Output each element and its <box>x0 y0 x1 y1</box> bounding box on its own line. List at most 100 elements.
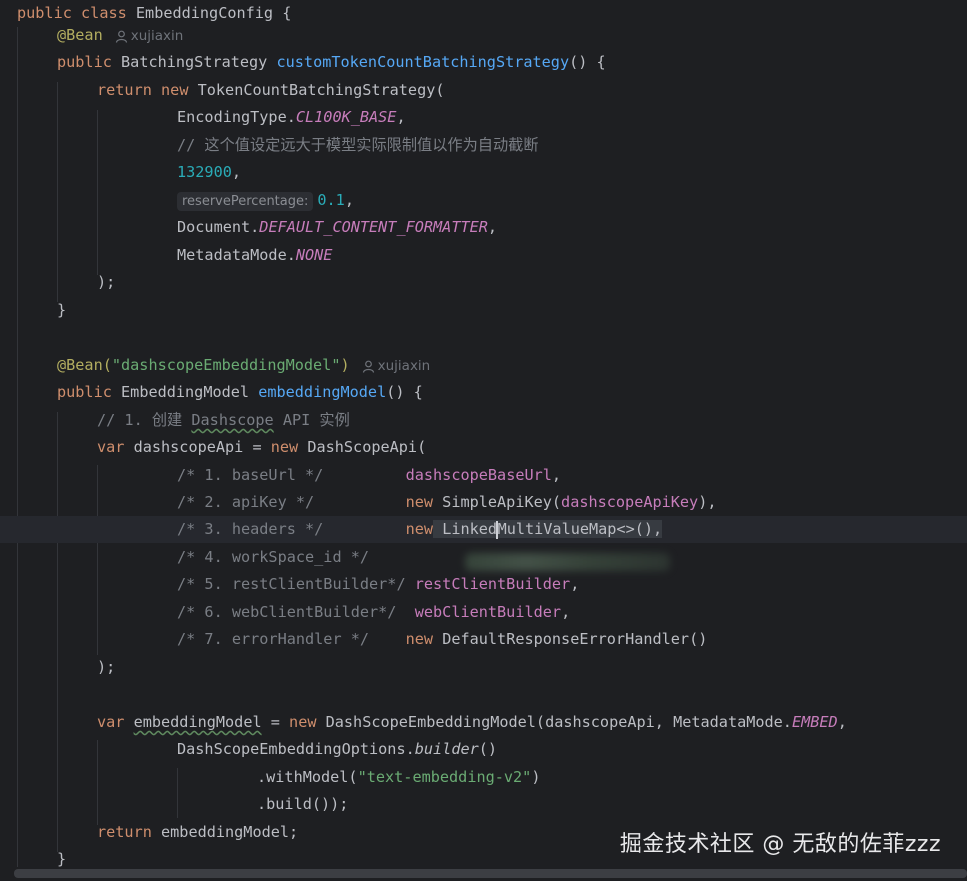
number-literal: 132900 <box>177 163 232 181</box>
code-line[interactable]: /* 1. baseUrl */ dashscopeBaseUrl, <box>0 462 967 489</box>
comment: /* 7. errorHandler */ <box>177 630 370 648</box>
constructor-call-highlighted: LinkedMultiValueMap<>(), <box>433 520 663 539</box>
field-ref: dashscopeBaseUrl <box>405 466 552 484</box>
code-line[interactable]: /* 2. apiKey */ new SimpleApiKey(dashsco… <box>0 489 967 516</box>
comment: /* 2. apiKey */ <box>177 493 315 511</box>
punct: } <box>57 301 67 319</box>
comment: /* 6. webClientBuilder*/ <box>177 603 397 621</box>
horizontal-scrollbar[interactable] <box>14 869 967 878</box>
punct: , <box>487 218 498 236</box>
code-line[interactable]: reservePercentage: 0.1, <box>0 187 967 214</box>
type-ref: EncodingType. <box>177 108 296 126</box>
type-name: EmbeddingModel <box>121 383 250 401</box>
comment: /* 3. headers */ <box>177 520 324 538</box>
method-call: .withModel( <box>257 768 358 786</box>
constructor-call: DefaultResponseErrorHandler() <box>433 630 708 648</box>
comment: API 实例 <box>273 411 350 429</box>
code-line[interactable]: return new TokenCountBatchingStrategy( <box>0 77 967 104</box>
keyword: return <box>97 81 152 99</box>
punct: = <box>261 713 290 731</box>
variable: embeddingModel <box>133 713 262 731</box>
constant: DEFAULT_CONTENT_FORMATTER <box>259 218 488 236</box>
author-inlay[interactable]: xujiaxin <box>115 28 184 44</box>
annotation: ) <box>340 356 350 374</box>
punct: () { <box>569 53 606 71</box>
comment: // 这个值设定远大于模型实际限制值以作为自动截断 <box>177 136 539 154</box>
parameter-hint: reservePercentage: <box>177 192 314 211</box>
code-line[interactable]: // 这个值设定远大于模型实际限制值以作为自动截断 <box>0 132 967 159</box>
keyword: public <box>57 383 112 401</box>
keyword: new <box>405 630 434 648</box>
constant: NONE <box>295 246 333 264</box>
code-line[interactable]: var dashscopeApi = new DashScopeApi( <box>0 434 967 461</box>
author-name: xujiaxin <box>130 28 184 44</box>
number-literal: 0.1 <box>317 191 345 209</box>
spacing <box>369 630 406 648</box>
code-line[interactable]: var embeddingModel = new DashScopeEmbedd… <box>0 709 967 736</box>
spacing <box>314 493 405 511</box>
code-line[interactable]: EncodingType.CL100K_BASE, <box>0 104 967 131</box>
method-name: embeddingModel <box>258 383 387 401</box>
code-line[interactable]: ); <box>0 269 967 296</box>
code-line[interactable]: @Bean("dashscopeEmbeddingModel") xujiaxin <box>0 352 967 379</box>
person-icon <box>115 30 127 43</box>
code-line[interactable]: .build()); <box>0 791 967 818</box>
code-line[interactable]: MetadataMode.NONE <box>0 242 967 269</box>
punct: , <box>231 163 242 181</box>
code-line[interactable]: public EmbeddingModel embeddingModel() { <box>0 379 967 406</box>
punct: , <box>344 191 354 209</box>
annotation: @Bean( <box>57 356 112 374</box>
type-ref: Document. <box>177 218 260 236</box>
code-line[interactable]: /* 6. webClientBuilder*/ webClientBuilde… <box>0 599 967 626</box>
code-line[interactable]: DashScopeEmbeddingOptions.builder() <box>0 736 967 763</box>
field-ref: restClientBuilder <box>414 575 571 593</box>
keyword: public <box>57 53 112 71</box>
keyword: var <box>97 438 125 456</box>
author-inlay[interactable]: xujiaxin <box>362 358 431 374</box>
code-line[interactable]: @Bean xujiaxin <box>0 22 967 49</box>
keyword: return <box>97 823 152 841</box>
return-value: embeddingModel; <box>151 823 299 841</box>
constant: CL100K_BASE <box>295 108 397 126</box>
redacted-value <box>465 553 670 571</box>
code-line-current[interactable]: /* 3. headers */ new LinkedMultiValueMap… <box>0 516 967 544</box>
code-editor[interactable]: public class EmbeddingConfig { @Bean xuji… <box>0 0 967 881</box>
code-line[interactable]: .withModel("text-embedding-v2") <box>0 764 967 791</box>
punct: , <box>837 713 847 731</box>
code-line[interactable]: /* 5. restClientBuilder*/ restClientBuil… <box>0 571 967 598</box>
watermark: 掘金技术社区 @ 无敌的佐菲zzz <box>619 832 941 857</box>
keyword: new <box>405 520 434 538</box>
punct: ); <box>97 273 116 291</box>
spacing <box>406 575 415 593</box>
method-name: customTokenCountBatchingStrategy <box>276 53 570 71</box>
code-line[interactable]: } <box>0 297 967 324</box>
type-ref: DashScopeEmbeddingOptions. <box>177 740 415 758</box>
keyword: new <box>161 81 189 99</box>
keyword: new <box>270 438 299 456</box>
punct: } <box>57 850 67 868</box>
annotation: @Bean <box>57 26 103 44</box>
keyword: new <box>289 713 317 731</box>
spacing <box>323 520 405 538</box>
comment: /* 5. restClientBuilder*/ <box>177 575 406 593</box>
variable: dashscopeApi = <box>133 438 271 456</box>
code-line[interactable]: public BatchingStrategy customTokenCount… <box>0 49 967 76</box>
code-line[interactable]: Document.DEFAULT_CONTENT_FORMATTER, <box>0 214 967 241</box>
person-icon <box>362 360 374 373</box>
code-line[interactable]: /* 7. errorHandler */ new DefaultRespons… <box>0 626 967 653</box>
method-call: .build()); <box>257 795 349 813</box>
keyword: public <box>17 4 72 22</box>
constructor-call: SimpleApiKey( <box>433 493 562 511</box>
keyword: new <box>405 493 434 511</box>
author-name: xujiaxin <box>377 358 431 374</box>
static-method: builder <box>414 740 479 758</box>
code-line[interactable]: // 1. 创建 Dashscope API 实例 <box>0 407 967 434</box>
code-line[interactable]: 132900, <box>0 159 967 186</box>
type-name: BatchingStrategy <box>121 53 268 71</box>
code-line[interactable]: ); <box>0 654 967 681</box>
keyword: class <box>81 4 127 22</box>
punct: () <box>478 740 498 758</box>
punct: () { <box>386 383 423 401</box>
constructor-call: DashScopeApi( <box>307 438 427 456</box>
punct: , <box>561 603 571 621</box>
